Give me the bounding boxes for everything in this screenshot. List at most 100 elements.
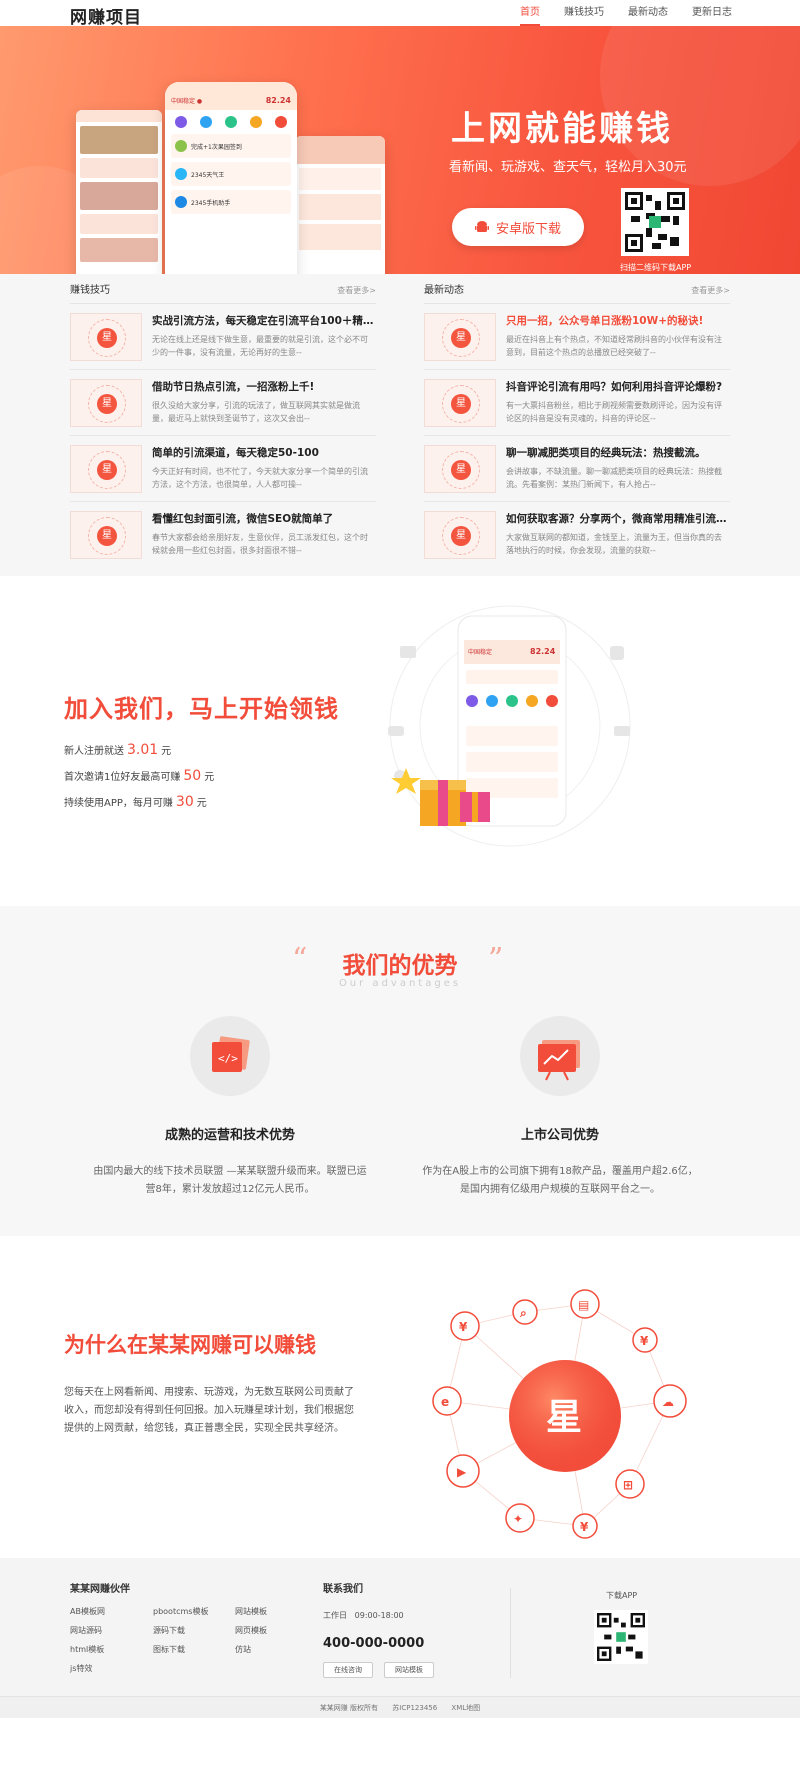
partner-link[interactable]: 网页模板: [235, 1625, 267, 1636]
phone-news-row: [80, 158, 158, 178]
join-line: 首次邀请1位好友最高可赚 50 元: [64, 768, 214, 784]
article-title[interactable]: 借助节日热点引流，一招涨粉上千!: [152, 379, 374, 394]
phone-tabs: [76, 110, 162, 122]
hero-banner: 中国稳定 ● 82.24 完成+1次果园签到 2345天气王 2345手机助手 …: [0, 26, 800, 274]
online-consult-button[interactable]: 在线咨询: [323, 1662, 373, 1678]
advantage-icon-wrap: </>: [190, 1016, 270, 1096]
article-desc: 会讲故事，不缺流量。聊一聊减肥类项目的经典玩法：热搜截流。先看案例：某热门新闻下…: [506, 467, 722, 489]
article-desc: 春节大家都会给亲朋好友，生意伙伴，员工派发红包，这个时候就会用一些红包封面，很多…: [152, 533, 368, 555]
phone-task-row: 2345手机助手: [171, 190, 291, 214]
join-line-value: 50: [183, 768, 202, 784]
article-desc: 今天正好有时间，也不忙了，今天就大家分享一个简单的引流方法，这个方法，也很简单，…: [152, 467, 368, 489]
list-item[interactable]: 星 简单的引流渠道，每天稳定50-100 今天正好有时间，也不忙了，今天就大家分享…: [70, 436, 376, 502]
partner-link[interactable]: 源码下载: [153, 1625, 185, 1636]
article-thumbnail: 星: [70, 511, 142, 559]
site-footer: 某某网赚伙伴 AB模板网 pbootcms模板 网站模板 网站源码 源码下载 网…: [0, 1558, 800, 1718]
copyright-bar: 某某网赚 版权所有 苏ICP123456 XML地图: [0, 1696, 800, 1718]
cloud-icon: ☁: [662, 1395, 674, 1409]
task-icon: [175, 168, 187, 180]
advantage-title: 上市公司优势: [520, 1128, 599, 1143]
article-desc: 大家做互联网的都知道，金钱至上，流量为王，但当你真的去落地执行的时候，你会发现，…: [506, 533, 722, 555]
advantage-title: 成熟的运营和技术优势: [164, 1128, 295, 1143]
star-icon: [391, 768, 421, 794]
icp-link[interactable]: 苏ICP123456: [392, 1704, 437, 1712]
article-title[interactable]: 看懂红包封面引流，微信SEO就简单了: [152, 511, 374, 526]
list-item[interactable]: 星 如何获取客源？分享两个，微商常用精准引流方... 大家做互联网的都知道，金钱至…: [424, 502, 730, 568]
join-line-text: 新人注册就送: [64, 746, 124, 757]
tips-more-link[interactable]: 查看更多>: [337, 278, 376, 303]
partners-heading: 某某网赚伙伴: [70, 1584, 130, 1595]
article-thumbnail: 星: [70, 379, 142, 427]
chart-board-icon: [538, 1040, 580, 1081]
android-icon: [474, 221, 489, 232]
article-thumbnail: 星: [424, 379, 496, 427]
site-logo[interactable]: 网赚项目: [70, 3, 142, 28]
qr-code: [621, 188, 689, 256]
join-illustration: 中国稳定 82.24: [388, 605, 631, 847]
list-item[interactable]: 星 只用一招，公众号单日涨粉10W+的秘诀! 最近在抖音上有个热点，不知道经常刷抖…: [424, 304, 730, 370]
cart-icon: ⊞: [623, 1478, 633, 1492]
article-title[interactable]: 聊一聊减肥类项目的经典玩法：热搜截流。: [506, 445, 728, 460]
phone-task-row: 2345天气王: [171, 162, 291, 186]
partner-link[interactable]: js特效: [70, 1663, 92, 1674]
phone-card: [299, 224, 381, 250]
partner-link[interactable]: 网站模板: [235, 1606, 267, 1617]
join-line-value: 30: [175, 794, 194, 810]
task-label: 完成+1次果园签到: [191, 143, 242, 151]
nav-news[interactable]: 最新动态: [628, 0, 668, 26]
article-thumbnail: 星: [424, 313, 496, 361]
advantage-text: 由国内最大的线下技术员联盟 —某某联盟升级而来。联盟已运营8年，累计发放超过12…: [93, 1166, 367, 1195]
list-item[interactable]: 星 聊一聊减肥类项目的经典玩法：热搜截流。 会讲故事，不缺流量。聊一聊减肥类项目的…: [424, 436, 730, 502]
advantage-text: 作为在A股上市的公司旗下拥有18款产品，覆盖用户超2.6亿，是国内拥有亿级用户规…: [422, 1166, 698, 1195]
advantage-icon-wrap: [520, 1016, 600, 1096]
contact-phone[interactable]: 400-000-0000: [323, 1636, 424, 1651]
phone-mockup-main: 中国稳定 ● 82.24 完成+1次果园签到 2345天气王 2345手机助手: [165, 82, 297, 274]
list-item[interactable]: 星 实战引流方法，每天稳定在引流平台100＋精准粉无论在线上还是线下做生意，最重…: [70, 304, 376, 370]
gamepad-icon: ✦: [513, 1512, 523, 1526]
article-thumbnail: 星: [70, 313, 142, 361]
banner-subtitle: 看新闻、玩游戏、查天气，轻松月入30元: [449, 160, 687, 175]
join-line-text: 持续使用APP，每月可赚: [64, 798, 173, 809]
task-icon: [175, 196, 187, 208]
partner-link[interactable]: html模板: [70, 1644, 104, 1655]
advantages-title: 我们的优势: [342, 953, 458, 979]
sitemap-link[interactable]: XML地图: [451, 1704, 480, 1712]
nav-tips[interactable]: 赚钱技巧: [564, 0, 604, 26]
article-title[interactable]: 如何获取客源？分享两个，微商常用精准引流方...: [506, 511, 728, 526]
article-title[interactable]: 抖音评论引流有用吗？如何利用抖音评论爆粉?: [506, 379, 728, 394]
partner-link[interactable]: pbootcms模板: [153, 1606, 208, 1617]
phone-news-image: [80, 182, 158, 210]
article-title[interactable]: 只用一招，公众号单日涨粉10W+的秘诀!: [506, 313, 728, 328]
planet-glyph: 星: [546, 1397, 582, 1438]
partner-link[interactable]: AB模板网: [70, 1606, 105, 1617]
phone-news-image: [80, 238, 158, 262]
advantages-section: “ ” 我们的优势 Our advantages </> 成熟的运营和技术优势 …: [0, 906, 800, 1236]
main-nav: 首页 赚钱技巧 最新动态 更新日志: [520, 0, 732, 26]
article-title[interactable]: 简单的引流渠道，每天稳定50-100: [152, 445, 374, 460]
footer-divider: [510, 1588, 511, 1678]
phone-stats: [299, 168, 381, 190]
android-download-button[interactable]: 安卓版下载: [452, 208, 584, 246]
join-line-value: 3.01: [127, 742, 159, 758]
list-item[interactable]: 星 看懂红包封面引流，微信SEO就简单了春节大家都会给亲朋好友，生意伙伴，员工派…: [70, 502, 376, 568]
join-line-text: 首次邀请1位好友最高可赚: [64, 772, 181, 783]
partner-link[interactable]: 仿站: [235, 1644, 251, 1655]
article-title[interactable]: 实战引流方法，每天稳定在引流平台100＋精准粉: [152, 313, 374, 328]
site-template-button[interactable]: 网站模板: [384, 1662, 434, 1678]
code-icon: </>: [212, 1036, 250, 1072]
list-item[interactable]: 星 借助节日热点引流，一招涨粉上千! 很久没给大家分享，引流的玩法了，做互联网其实…: [70, 370, 376, 436]
phone-task-row: 完成+1次果园签到: [171, 134, 291, 158]
search-icon: ⌕: [519, 1306, 527, 1320]
article-thumbnail: 星: [424, 511, 496, 559]
list-item[interactable]: 星 抖音评论引流有用吗？如何利用抖音评论爆粉? 有一大票抖音粉丝，相比于刷视频需要…: [424, 370, 730, 436]
task-label: 2345天气王: [191, 171, 225, 179]
qr-label: 扫描二维码下载APP: [620, 263, 692, 272]
nav-changelog[interactable]: 更新日志: [692, 0, 732, 26]
nav-home[interactable]: 首页: [520, 0, 540, 26]
join-line-unit: 元: [161, 746, 172, 757]
partner-link[interactable]: 图标下载: [153, 1644, 185, 1655]
partner-link[interactable]: 网站源码: [70, 1625, 102, 1636]
article-desc: 无论在线上还是线下做生意，最重要的就是引流，这个必不可少的一件事，没有流量，无论…: [152, 335, 368, 357]
news-more-link[interactable]: 查看更多>: [691, 278, 730, 303]
news-header: 最新动态 查看更多>: [424, 278, 730, 304]
